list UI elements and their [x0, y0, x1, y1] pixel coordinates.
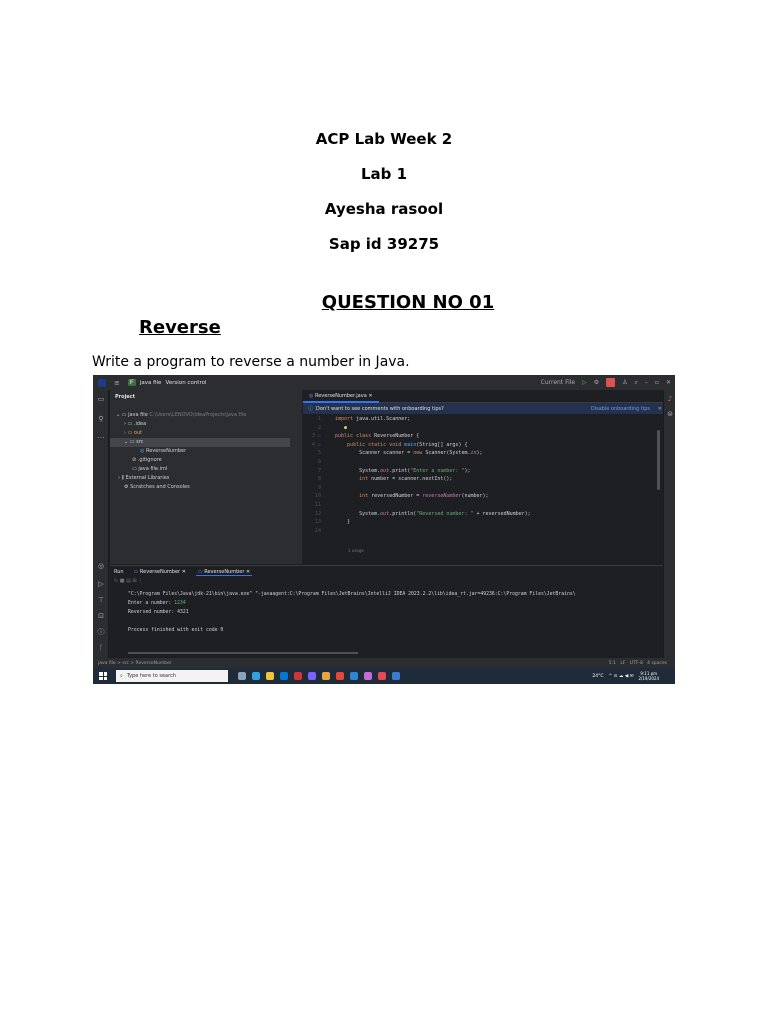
author-name: Ayesha rasool: [324, 200, 444, 218]
clock[interactable]: 9:11 pm 2/19/2024: [638, 671, 659, 681]
structure-icon[interactable]: ⚲: [97, 415, 105, 423]
tree-item[interactable]: › ▭ out: [124, 429, 142, 438]
console-scrollbar[interactable]: [128, 652, 358, 654]
ide-titlebar: ≡ JF java file Version control Current F…: [93, 375, 675, 390]
office-icon[interactable]: [294, 672, 302, 680]
indent-setting[interactable]: 4 spaces: [647, 661, 667, 666]
project-badge: JF: [127, 379, 136, 386]
left-tool-strip: ▭ ⚲ … ◎ ▷ ⊤ ⊡ ⓘ ᚴ: [93, 390, 109, 658]
debug-icon[interactable]: ⚙: [594, 379, 599, 386]
run-toolbar[interactable]: ↻ ■ ▤ ⊞ ⋮: [110, 578, 663, 588]
services-icon[interactable]: ◎: [97, 562, 105, 570]
close-icon[interactable]: ✕: [666, 379, 671, 386]
caret-position[interactable]: 5:1: [609, 661, 616, 666]
file-explorer-icon[interactable]: [266, 672, 274, 680]
task-view-icon[interactable]: [238, 672, 246, 680]
system-tray: 24°C ^ ⊙ ☁ ◀ ✉ 9:11 pm 2/19/2024: [592, 671, 659, 681]
folder-icon[interactable]: ▭: [97, 395, 105, 403]
sap-id: Sap id 39275: [328, 235, 440, 253]
file-encoding[interactable]: UTF-8: [630, 661, 643, 666]
edge-icon[interactable]: [252, 672, 260, 680]
usage-hint: 1 usage: [348, 548, 364, 553]
section-heading: Reverse: [139, 317, 221, 338]
run-panel: Run ▭ ReverseNumber ✕ ▭ ReverseNumber ✕ …: [110, 565, 663, 657]
version-control-menu[interactable]: Version control: [165, 380, 206, 386]
hamburger-menu-icon[interactable]: ≡: [114, 379, 120, 387]
run-config-selector[interactable]: Current File: [541, 379, 575, 386]
intellij-logo-icon: [98, 378, 106, 387]
tree-root[interactable]: ⌄ ▭ java file C:\Users\LENOVO\IdeaProjec…: [116, 411, 246, 420]
status-breadcrumb[interactable]: java file > src > ReverseNumber: [98, 661, 172, 666]
weather-temperature[interactable]: 24°C: [592, 674, 603, 679]
tree-item[interactable]: ⌄ ▭ src: [110, 438, 290, 447]
git-icon[interactable]: ᚴ: [97, 644, 105, 652]
tree-item[interactable]: ◎ ReverseNumber: [140, 447, 186, 456]
tree-item[interactable]: ▭ java file.iml: [132, 465, 167, 474]
search-icon: ⌕: [120, 673, 123, 679]
word-icon[interactable]: [392, 672, 400, 680]
tree-item[interactable]: › ▭ .idea: [124, 420, 146, 429]
right-tool-strip: ♪ ⊜: [663, 390, 675, 658]
search-icon[interactable]: ⌕: [635, 379, 638, 387]
minimize-icon[interactable]: –: [645, 379, 648, 386]
tree-item[interactable]: ⚙ Scratches and Consoles: [124, 483, 190, 492]
windows-start-icon[interactable]: [99, 672, 107, 680]
maximize-icon[interactable]: ▫: [655, 379, 659, 386]
document-title: ACP Lab Week 2: [315, 130, 453, 148]
ide-screenshot: ≡ JF java file Version control Current F…: [93, 375, 675, 684]
console-output[interactable]: "C:\Program Files\Java\jdk-21\bin\java.e…: [128, 590, 576, 635]
question-heading: QUESTION NO 01: [321, 292, 495, 313]
editor-scrollbar[interactable]: [657, 430, 660, 490]
problems-icon[interactable]: ⊡: [97, 612, 105, 620]
editor-tab[interactable]: ◎ ReverseNumber.java ✕: [303, 390, 379, 403]
lab-label: Lab 1: [360, 165, 408, 183]
vscode-icon[interactable]: [350, 672, 358, 680]
info-icon[interactable]: ⓘ: [97, 628, 105, 636]
app-icon[interactable]: [364, 672, 372, 680]
tree-item[interactable]: ⊘ .gitignore: [132, 456, 162, 465]
project-panel: Project ⌄ ▭ java file C:\Users\LENOVO\Id…: [110, 390, 302, 564]
intellij-taskbar-icon[interactable]: [378, 672, 386, 680]
terminal-icon[interactable]: ⊤: [97, 596, 105, 604]
tray-icons[interactable]: ^ ⊙ ☁ ◀ ✉: [608, 674, 633, 679]
ide-statusbar: java file > src > ReverseNumber 5:1 LF U…: [93, 658, 675, 668]
banner-close-icon[interactable]: ✕: [658, 406, 662, 412]
database-icon[interactable]: ⊜: [666, 410, 674, 418]
windows-taskbar: ⌕ Type here to search 24°C ^ ⊙ ☁ ◀ ✉ 9:11…: [93, 668, 675, 684]
tree-item[interactable]: › ⫼ External Libraries: [118, 474, 169, 483]
disable-tips-link[interactable]: Disable onboarding tips: [591, 406, 650, 412]
app-icon[interactable]: [308, 672, 316, 680]
source-code[interactable]: 1 import java.util.Scanner; 2 ● 3 ▷ public…: [303, 415, 658, 535]
chrome-icon[interactable]: [336, 672, 344, 680]
run-tab-active[interactable]: ▭ ReverseNumber ✕: [195, 569, 253, 576]
more-icon[interactable]: …: [97, 432, 105, 440]
run-icon[interactable]: ▷: [582, 379, 587, 386]
run-label: Run: [114, 569, 124, 575]
account-icon[interactable]: ♙: [622, 379, 627, 386]
onboarding-banner: ⓘ Don't want to see comments with onboard…: [303, 403, 668, 414]
run-tool-icon[interactable]: ▷: [97, 580, 105, 588]
stop-icon[interactable]: [606, 378, 616, 387]
code-editor[interactable]: ◎ ReverseNumber.java ✕ ⓘ Don't want to se…: [303, 390, 668, 564]
mail-icon[interactable]: [280, 672, 288, 680]
notifications-icon[interactable]: ♪: [666, 395, 674, 403]
run-tab[interactable]: ▭ ReverseNumber ✕: [132, 569, 188, 575]
taskbar-search[interactable]: ⌕ Type here to search: [116, 670, 228, 682]
project-selector[interactable]: java file: [140, 380, 162, 386]
project-panel-header[interactable]: Project: [110, 390, 302, 404]
app-icon[interactable]: [322, 672, 330, 680]
line-separator[interactable]: LF: [620, 661, 625, 666]
task-description: Write a program to reverse a number in J…: [92, 354, 410, 370]
